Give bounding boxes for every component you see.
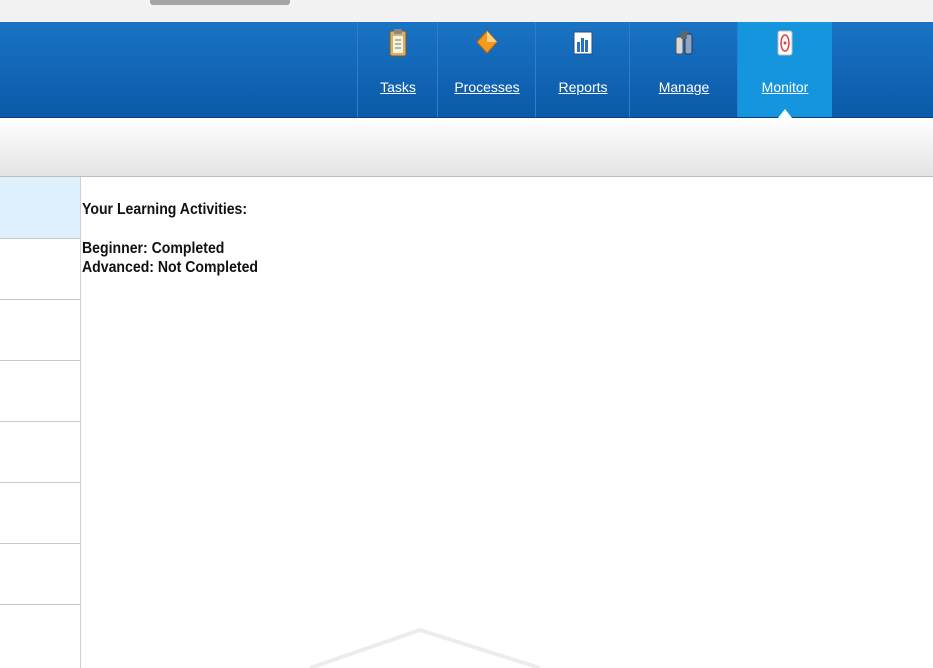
sidebar-item[interactable] <box>0 543 80 605</box>
activity-status-beginner: Beginner: Completed <box>82 240 225 257</box>
page-heading: Your Learning Activities: <box>82 201 248 218</box>
sidebar-item[interactable] <box>0 482 80 544</box>
nav-label-manage[interactable]: Manage <box>630 79 738 95</box>
sidebar-item[interactable] <box>0 604 80 665</box>
sidebar-item[interactable] <box>0 177 80 239</box>
manage-icon <box>672 28 696 58</box>
sub-toolbar <box>0 118 933 177</box>
sidebar-item[interactable] <box>0 299 80 361</box>
report-chart-icon <box>571 28 595 58</box>
clipboard-icon <box>386 28 410 58</box>
nav-label-reports[interactable]: Reports <box>536 79 630 95</box>
nav-label-processes[interactable]: Processes <box>438 79 536 95</box>
learning-activities-panel: Your Learning Activities: Beginner: Comp… <box>82 200 258 277</box>
truncated-title <box>150 0 290 5</box>
sidebar-item[interactable] <box>0 360 80 422</box>
nav-item-tasks[interactable]: Tasks <box>357 22 438 117</box>
nav-item-manage[interactable]: Manage <box>629 22 738 117</box>
process-diamond-icon <box>475 28 499 58</box>
sidebar-item[interactable] <box>0 421 80 483</box>
active-tab-pointer <box>778 109 792 118</box>
sidebar-item[interactable] <box>0 238 80 300</box>
nav-item-reports[interactable]: Reports <box>535 22 630 117</box>
top-strip <box>0 0 933 22</box>
nav-item-processes[interactable]: Processes <box>437 22 536 117</box>
nav-label-monitor[interactable]: Monitor <box>738 79 832 95</box>
monitor-icon <box>773 28 797 58</box>
nav-label-tasks[interactable]: Tasks <box>358 79 438 95</box>
main-navigation-bar: Tasks Processes Reports Manage Monitor <box>0 22 933 118</box>
nav-item-monitor[interactable]: Monitor <box>737 22 832 118</box>
activity-status-advanced: Advanced: Not Completed <box>82 259 259 276</box>
left-sidebar <box>0 177 81 668</box>
faint-watermark-shape <box>309 627 541 668</box>
